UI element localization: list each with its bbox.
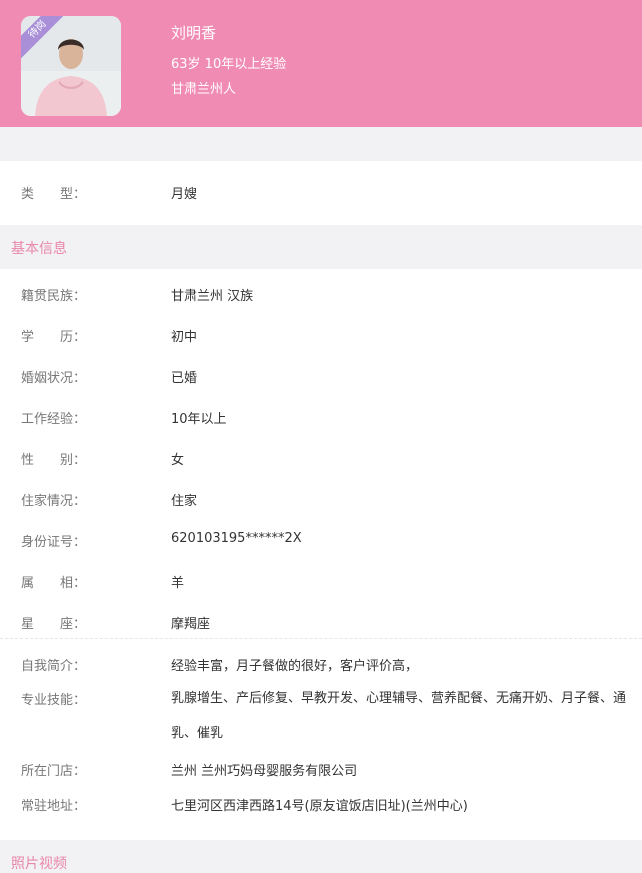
- info-label: 身份证号：: [21, 535, 87, 550]
- info-value: 女: [171, 453, 185, 468]
- divider: [0, 638, 642, 639]
- address-value: 七里河区西津西路14号(原友谊饭店旧址)(兰州中心): [171, 799, 468, 814]
- section-title-media: 照片视频: [11, 856, 67, 872]
- address-label: 常驻地址：: [21, 799, 87, 814]
- info-label: 性 别：: [21, 453, 87, 468]
- info-value: 10年以上: [171, 412, 227, 427]
- hometown: 甘肃兰州人: [171, 82, 237, 97]
- info-label: 工作经验：: [21, 412, 87, 427]
- info-value: 620103195******2X: [171, 531, 302, 546]
- info-value: 已婚: [171, 371, 198, 386]
- age-experience: 63岁 10年以上经验: [171, 57, 287, 72]
- info-label: 属 相：: [21, 576, 87, 591]
- profile-header: 待岗 刘明香 63岁 10年以上经验 甘肃兰州人: [0, 0, 642, 127]
- nanny-name: 刘明香: [171, 24, 217, 42]
- avatar[interactable]: 待岗: [21, 16, 121, 116]
- info-value: 初中: [171, 330, 198, 345]
- info-value: 摩羯座: [171, 617, 211, 632]
- intro-label: 自我简介：: [21, 659, 87, 674]
- store-label: 所在门店：: [21, 764, 87, 779]
- info-value: 住家: [171, 494, 198, 509]
- info-label: 星 座：: [21, 617, 87, 632]
- intro-value: 经验丰富，月子餐做的很好，客户评价高，: [171, 659, 419, 674]
- info-label: 住家情况：: [21, 494, 87, 509]
- info-label: 籍贯民族：: [21, 289, 87, 304]
- basic-info-panel: [0, 269, 642, 840]
- skills-label: 专业技能：: [21, 693, 87, 708]
- info-label: 婚姻状况：: [21, 371, 87, 386]
- info-label: 学 历：: [21, 330, 87, 345]
- skills-value: 乳腺增生、产后修复、早教开发、心理辅导、营养配餐、无痛开奶、月子餐、通乳、催乳: [171, 691, 627, 741]
- section-title-basic-info: 基本信息: [11, 241, 67, 257]
- info-value: 甘肃兰州 汉族: [171, 289, 254, 304]
- type-label: 类 型：: [21, 187, 87, 202]
- store-value: 兰州 兰州巧妈母婴服务有限公司: [171, 764, 358, 779]
- info-value: 羊: [171, 576, 185, 591]
- type-panel: 类 型： 月嫂: [0, 161, 642, 225]
- type-value: 月嫂: [171, 187, 198, 202]
